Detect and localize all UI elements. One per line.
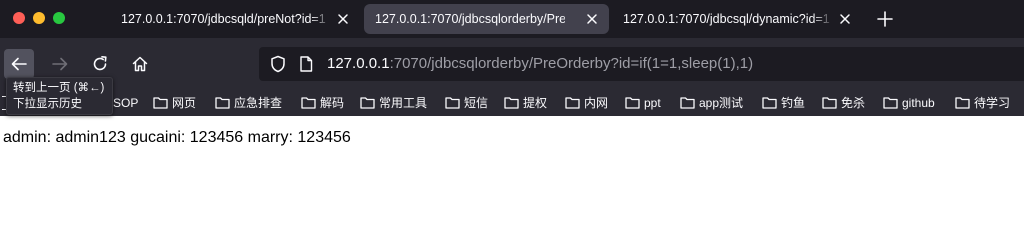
bookmark-label: ppt [644, 96, 661, 110]
bookmark-label: 应急排查 [234, 96, 283, 110]
folder-icon [445, 97, 460, 109]
folder-icon [504, 97, 519, 109]
home-icon [132, 56, 148, 72]
folder-icon [625, 97, 640, 109]
folder-icon [153, 97, 168, 109]
arrow-left-icon [11, 57, 27, 71]
tab-strip: 127.0.0.1:7070/jdbcsqld/preNot?id=1 127.… [0, 0, 1024, 38]
arrow-right-icon [52, 57, 68, 71]
folder-icon [360, 97, 375, 109]
tab-dynamic[interactable]: 127.0.0.1:7070/jdbcsql/dynamic?id=1 [612, 4, 862, 34]
page-icon[interactable] [299, 56, 313, 72]
tab-title: 127.0.0.1:7070/jdbcsqld/preNot?id=1 [121, 12, 326, 26]
bookmark-label: 提权 [523, 96, 548, 110]
bookmark-label: 网页 [172, 96, 197, 110]
close-icon[interactable] [585, 12, 599, 26]
forward-button[interactable] [45, 49, 75, 79]
bookmark-label: 内网 [584, 96, 609, 110]
tab-preorderby[interactable]: 127.0.0.1:7070/jdbcsqlorderby/PreOrderby [364, 4, 609, 34]
bookmark-label: github [902, 96, 935, 110]
bookmark-label: app测试 [699, 96, 744, 110]
close-window-button[interactable] [13, 12, 25, 24]
tooltip-line: 下拉显示历史 [13, 98, 82, 110]
bookmarks-toolbar: SOP 网页 应急排查 解码 常用工具 短信 提权 内网 ppt app测试 钓… [0, 90, 1024, 116]
new-tab-icon[interactable] [876, 10, 894, 28]
address-bar[interactable]: 127.0.0.1:7070/jdbcsqlorderby/PreOrderby… [259, 47, 1024, 81]
back-button[interactable] [4, 49, 34, 79]
url-host: 127.0.0.1 [327, 55, 390, 72]
tab-title: 127.0.0.1:7070/jdbcsqlorderby/PreOrderby [375, 12, 565, 26]
tab-title: 127.0.0.1:7070/jdbcsql/dynamic?id=1 [623, 12, 830, 26]
bookmark-sop[interactable]: SOP [113, 90, 138, 116]
folder-icon [215, 97, 230, 109]
home-button[interactable] [125, 49, 155, 79]
bookmark-label: 解码 [320, 96, 345, 110]
bookmark-label: 短信 [464, 96, 489, 110]
folder-icon [680, 97, 695, 109]
reload-icon [93, 56, 107, 71]
close-icon[interactable] [838, 12, 852, 26]
bookmark-label: 待学习 [974, 96, 1011, 110]
close-icon[interactable] [336, 12, 350, 26]
minimize-window-button[interactable] [33, 12, 45, 24]
url-path: :7070/jdbcsqlorderby/PreOrderby?id=if(1=… [389, 55, 754, 72]
navigation-toolbar: 127.0.0.1:7070/jdbcsqlorderby/PreOrderby… [0, 38, 1024, 90]
shield-icon[interactable] [269, 55, 287, 73]
folder-icon [762, 97, 777, 109]
folder-icon [955, 97, 970, 109]
folder-icon [301, 97, 316, 109]
page-body-text: admin: admin123 gucaini: 123456 marry: 1… [3, 129, 351, 146]
url-text[interactable]: 127.0.0.1:7070/jdbcsqlorderby/PreOrderby… [327, 47, 753, 81]
back-button-tooltip: 转到上一页 (⌘←) 下拉显示历史 [6, 77, 113, 115]
tooltip-line: 转到上一页 (⌘←) [13, 82, 105, 94]
tab-prenot[interactable]: 127.0.0.1:7070/jdbcsqld/preNot?id=1 [110, 4, 360, 34]
folder-icon [565, 97, 580, 109]
folder-icon [822, 97, 837, 109]
bookmark-label: 免杀 [841, 96, 866, 110]
bookmark-label: 常用工具 [379, 96, 428, 110]
reload-button[interactable] [85, 49, 115, 79]
bookmark-label: 钓鱼 [781, 96, 806, 110]
folder-icon [883, 97, 898, 109]
maximize-window-button[interactable] [53, 12, 65, 24]
